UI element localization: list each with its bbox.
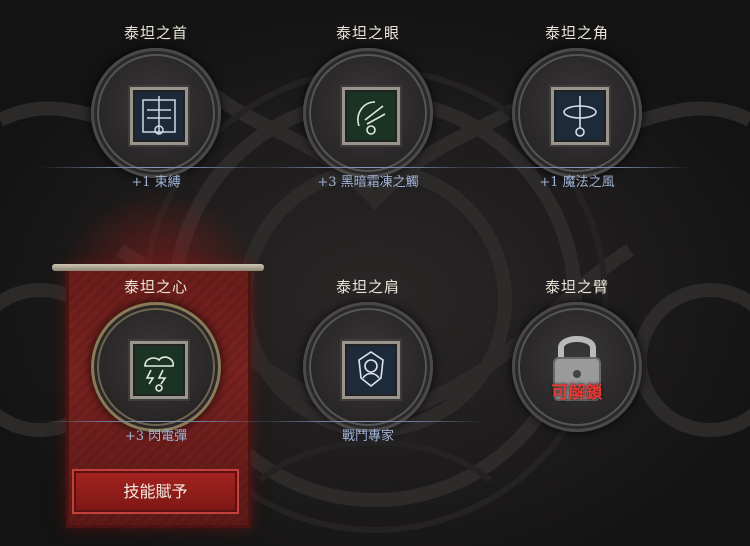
magic-wind-icon — [551, 87, 609, 145]
chain-trap-icon — [130, 87, 188, 145]
bonus-divider — [41, 421, 271, 422]
slot-disc[interactable] — [91, 302, 221, 432]
slot-bonus: +1 束縛 — [131, 175, 181, 190]
bonus-divider — [253, 421, 483, 422]
padlock-icon — [553, 336, 601, 401]
slot-bonus: +3 黑暗霜凍之觸 — [317, 175, 419, 190]
slot-bonus: +1 魔法之風 — [539, 175, 615, 190]
slot-bonus: +3 閃電彈 — [124, 429, 188, 444]
slot-disc[interactable] — [512, 48, 642, 178]
bonus-divider — [462, 167, 692, 168]
warrior-crest-icon — [342, 341, 400, 399]
slot-title: 泰坦之首 — [123, 24, 188, 42]
slot-disc[interactable] — [303, 302, 433, 432]
slot-disc[interactable] — [91, 48, 221, 178]
bonus-divider — [41, 167, 271, 168]
slot-title: 泰坦之心 — [123, 278, 188, 296]
slot-disc[interactable]: 可解鎖 — [512, 302, 642, 432]
slot-title: 泰坦之角 — [544, 24, 609, 42]
banner-rod — [52, 264, 264, 271]
skill-grant-button[interactable]: 技能賦予 — [72, 469, 239, 514]
slot-title: 泰坦之臂 — [544, 278, 609, 296]
frost-hand-icon — [342, 87, 400, 145]
slot-bonus: 戰鬥專家 — [341, 429, 394, 444]
slot-title: 泰坦之肩 — [335, 278, 400, 296]
lightning-cloud-icon — [130, 341, 188, 399]
unlockable-label: 可解鎖 — [551, 383, 603, 403]
bonus-divider — [253, 167, 483, 168]
slot-title: 泰坦之眼 — [335, 24, 400, 42]
slot-disc[interactable] — [303, 48, 433, 178]
